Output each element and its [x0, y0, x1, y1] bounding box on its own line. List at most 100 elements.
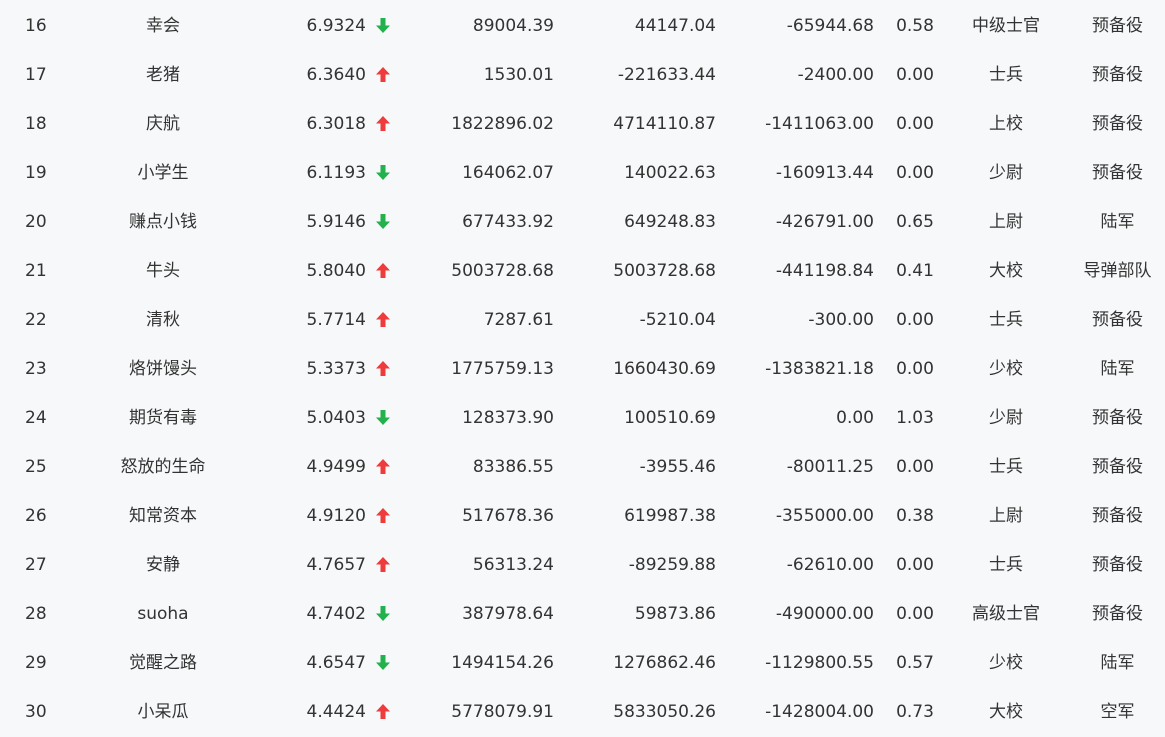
arrow-down-icon: [373, 590, 393, 639]
name-cell[interactable]: 安静: [83, 541, 243, 590]
name-cell[interactable]: 觉醒之路: [83, 639, 243, 688]
value-b-cell: 619987.38: [624, 506, 716, 526]
ratio-cell: 0.00: [896, 604, 934, 624]
name-cell[interactable]: 怒放的生命: [83, 443, 243, 492]
branch-cell: 预备役: [1092, 457, 1143, 477]
name-cell[interactable]: 幸会: [83, 2, 243, 51]
branch-cell: 预备役: [1092, 163, 1143, 183]
rank-cell: 19: [25, 163, 47, 183]
table-row[interactable]: 19 小学生 6.1193 164062.07 140022.63 -16091…: [0, 149, 1165, 198]
table-row[interactable]: 18 庆航 6.3018 1822896.02 4714110.87 -1411…: [0, 100, 1165, 149]
trend-cell: [373, 639, 393, 688]
rank-cell: 26: [25, 506, 47, 526]
score-cell: 4.9499: [306, 457, 366, 477]
ratio-cell: 0.00: [896, 555, 934, 575]
table-row[interactable]: 23 烙饼馒头 5.3373 1775759.13 1660430.69 -13…: [0, 345, 1165, 394]
score-cell: 6.1193: [306, 163, 366, 183]
ratio-cell: 0.41: [896, 261, 934, 281]
value-c-cell: -1428004.00: [765, 702, 874, 722]
rank-cell: 28: [25, 604, 47, 624]
military-rank-cell: 士兵: [989, 310, 1023, 330]
value-b-cell: 100510.69: [624, 408, 716, 428]
table-row[interactable]: 21 牛头 5.8040 5003728.68 5003728.68 -4411…: [0, 247, 1165, 296]
name-cell[interactable]: 期货有毒: [83, 394, 243, 443]
ratio-cell: 0.00: [896, 163, 934, 183]
arrow-up-icon: [373, 100, 393, 149]
ratio-cell: 0.65: [896, 212, 934, 232]
branch-cell: 空军: [1100, 702, 1135, 722]
rank-cell: 17: [25, 65, 47, 85]
military-rank-cell: 大校: [989, 702, 1023, 722]
trend-cell: [373, 247, 393, 296]
military-rank-cell: 大校: [989, 261, 1023, 281]
value-a-cell: 164062.07: [462, 163, 554, 183]
name-cell[interactable]: 小学生: [83, 149, 243, 198]
trend-cell: [373, 394, 393, 443]
arrow-up-icon: [373, 296, 393, 345]
value-b-cell: 1276862.46: [613, 653, 716, 673]
value-b-cell: 4714110.87: [613, 114, 716, 134]
ratio-cell: 0.57: [896, 653, 934, 673]
table-row[interactable]: 27 安静 4.7657 56313.24 -89259.88 -62610.0…: [0, 541, 1165, 590]
table-row[interactable]: 29 觉醒之路 4.6547 1494154.26 1276862.46 -11…: [0, 639, 1165, 688]
name-cell[interactable]: 清秋: [83, 296, 243, 345]
trend-cell: [373, 296, 393, 345]
name-cell[interactable]: suoha: [83, 590, 243, 639]
branch-cell: 预备役: [1092, 310, 1143, 330]
value-a-cell: 1775759.13: [451, 359, 554, 379]
score-cell: 4.7402: [306, 604, 366, 624]
table-row[interactable]: 28 suoha 4.7402 387978.64 59873.86 -4900…: [0, 590, 1165, 639]
ratio-cell: 0.73: [896, 702, 934, 722]
rank-cell: 22: [25, 310, 47, 330]
name-cell[interactable]: 牛头: [83, 247, 243, 296]
name-cell[interactable]: 知常资本: [83, 492, 243, 541]
ratio-cell: 0.00: [896, 65, 934, 85]
arrow-up-icon: [373, 345, 393, 394]
score-cell: 6.9324: [306, 16, 366, 36]
rank-cell: 30: [25, 702, 47, 722]
value-c-cell: 0.00: [836, 408, 874, 428]
score-cell: 6.3018: [306, 114, 366, 134]
table-row[interactable]: 30 小呆瓜 4.4424 5778079.91 5833050.26 -142…: [0, 688, 1165, 737]
score-cell: 5.9146: [306, 212, 366, 232]
value-b-cell: 59873.86: [634, 604, 716, 624]
arrow-up-icon: [373, 443, 393, 492]
value-a-cell: 1822896.02: [451, 114, 554, 134]
name-cell[interactable]: 小呆瓜: [83, 688, 243, 737]
table-row[interactable]: 22 清秋 5.7714 7287.61 -5210.04 -300.00 0.…: [0, 296, 1165, 345]
value-b-cell: -3955.46: [639, 457, 716, 477]
ratio-cell: 0.00: [896, 457, 934, 477]
value-b-cell: -89259.88: [628, 555, 716, 575]
score-cell: 5.3373: [306, 359, 366, 379]
military-rank-cell: 上尉: [989, 506, 1023, 526]
table-row[interactable]: 25 怒放的生命 4.9499 83386.55 -3955.46 -80011…: [0, 443, 1165, 492]
military-rank-cell: 高级士官: [972, 604, 1040, 624]
name-cell[interactable]: 庆航: [83, 100, 243, 149]
military-rank-cell: 士兵: [989, 65, 1023, 85]
rank-cell: 29: [25, 653, 47, 673]
value-a-cell: 128373.90: [462, 408, 554, 428]
table-row[interactable]: 17 老猪 6.3640 1530.01 -221633.44 -2400.00…: [0, 51, 1165, 100]
military-rank-cell: 士兵: [989, 457, 1023, 477]
score-cell: 5.7714: [306, 310, 366, 330]
rank-cell: 20: [25, 212, 47, 232]
branch-cell: 预备役: [1092, 16, 1143, 36]
rank-cell: 23: [25, 359, 47, 379]
table-row[interactable]: 24 期货有毒 5.0403 128373.90 100510.69 0.00 …: [0, 394, 1165, 443]
name-cell[interactable]: 赚点小钱: [83, 198, 243, 247]
branch-cell: 预备役: [1092, 408, 1143, 428]
trend-cell: [373, 51, 393, 100]
name-cell[interactable]: 老猪: [83, 51, 243, 100]
arrow-up-icon: [373, 492, 393, 541]
table-row[interactable]: 26 知常资本 4.9120 517678.36 619987.38 -3550…: [0, 492, 1165, 541]
value-a-cell: 517678.36: [462, 506, 554, 526]
value-b-cell: 1660430.69: [613, 359, 716, 379]
name-cell[interactable]: 烙饼馒头: [83, 345, 243, 394]
table-row[interactable]: 20 赚点小钱 5.9146 677433.92 649248.83 -4267…: [0, 198, 1165, 247]
trend-cell: [373, 100, 393, 149]
value-c-cell: -65944.68: [786, 16, 874, 36]
ratio-cell: 0.00: [896, 359, 934, 379]
table-row[interactable]: 16 幸会 6.9324 89004.39 44147.04 -65944.68…: [0, 2, 1165, 51]
arrow-up-icon: [373, 541, 393, 590]
ranking-table: 16 幸会 6.9324 89004.39 44147.04 -65944.68…: [0, 0, 1165, 732]
